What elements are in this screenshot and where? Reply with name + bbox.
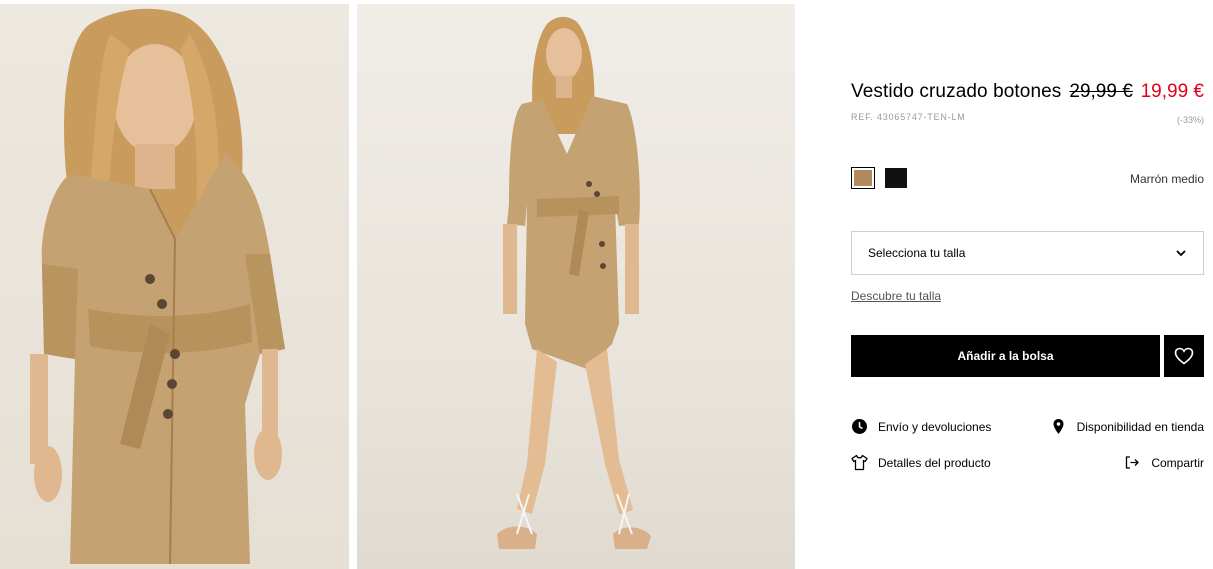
chevron-down-icon xyxy=(1176,250,1186,257)
size-select-placeholder: Selecciona tu talla xyxy=(868,246,966,260)
product-photo-full[interactable] xyxy=(357,4,795,569)
share-link-label: Compartir xyxy=(1151,455,1204,470)
store-availability-link[interactable]: Disponibilidad en tienda xyxy=(1050,418,1204,435)
size-select[interactable]: Selecciona tu talla xyxy=(851,231,1204,275)
info-links-row-2: Detalles del producto Compartir xyxy=(851,454,1204,472)
color-swatches xyxy=(851,167,907,189)
size-guide-link[interactable]: Descubre tu talla xyxy=(851,289,941,303)
tshirt-icon xyxy=(851,454,868,471)
share-link[interactable]: Compartir xyxy=(1124,454,1204,471)
store-availability-link-label: Disponibilidad en tienda xyxy=(1076,419,1204,434)
product-title-row: Vestido cruzado botones 29,99 € 19,99 € xyxy=(851,81,1204,107)
product-info-panel: Vestido cruzado botones 29,99 € 19,99 € … xyxy=(851,0,1204,569)
sale-price: 19,99 € xyxy=(1140,81,1204,102)
original-price: 29,99 € xyxy=(1069,81,1133,102)
share-icon xyxy=(1126,456,1140,469)
favorite-button[interactable] xyxy=(1164,335,1204,377)
color-swatch-fill xyxy=(854,170,872,186)
product-photo-closeup-image xyxy=(30,8,285,565)
product-details-link[interactable]: Detalles del producto xyxy=(851,454,991,471)
add-to-bag-button[interactable]: Añadir a la bolsa xyxy=(851,335,1160,377)
location-pin-icon xyxy=(1053,419,1064,434)
shipping-link[interactable]: Envío y devoluciones xyxy=(851,418,991,435)
product-title: Vestido cruzado botones xyxy=(851,81,1062,102)
discount-badge: (-33%) xyxy=(1176,115,1204,125)
product-reference: REF. 43065747-TEN-LM xyxy=(851,112,966,122)
color-swatch-marron-medio[interactable] xyxy=(851,167,875,189)
heart-icon xyxy=(1174,347,1194,365)
product-photo-full-image xyxy=(497,16,651,549)
color-swatch-negro[interactable] xyxy=(885,168,907,188)
clock-icon xyxy=(852,419,867,434)
product-photo-closeup[interactable] xyxy=(0,4,349,569)
product-details-link-label: Detalles del producto xyxy=(878,455,991,470)
shipping-link-label: Envío y devoluciones xyxy=(878,419,992,434)
selected-color-name: Marrón medio xyxy=(1129,172,1204,186)
info-links-row-1: Envío y devoluciones Disponibilidad en t… xyxy=(851,418,1204,436)
